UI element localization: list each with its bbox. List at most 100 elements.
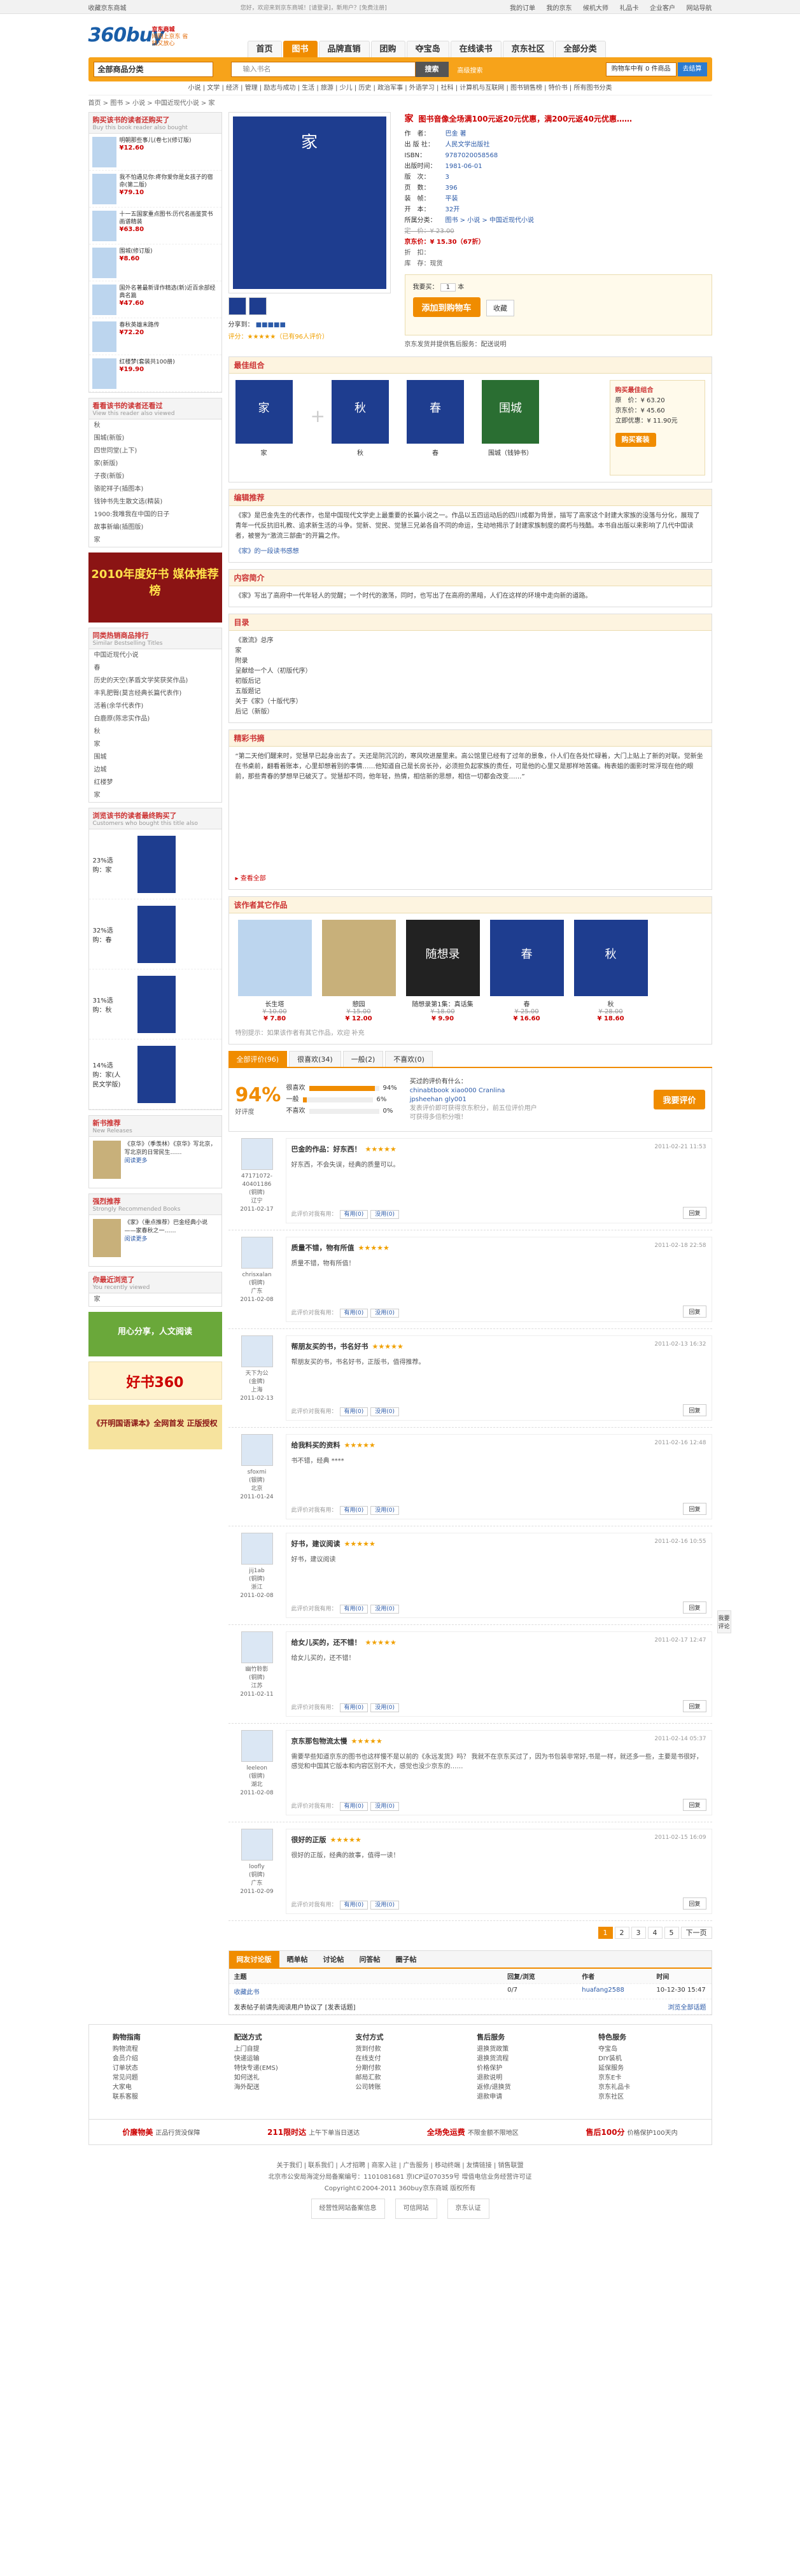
floating-review-tab[interactable]: 我要评论 [717,1610,731,1633]
nav-group[interactable]: 团购 [370,41,405,57]
list-item[interactable]: 32%选购：春 [88,899,221,969]
site-logo[interactable]: 360buy 京东商城 网购上京东 省钱又放心 [88,24,188,55]
ad-good-book[interactable]: 好书360 [88,1362,222,1400]
list-item[interactable]: 23%选购：家 [88,829,221,899]
list-item[interactable]: 31%选购：秋 [88,969,221,1039]
book-cover[interactable] [137,975,176,1033]
useful-yes-button[interactable]: 有用(0) [339,1605,368,1614]
related-name[interactable]: 长生塔 [238,999,312,1008]
forum-tab[interactable]: 晒单帖 [279,1951,316,1967]
avatar[interactable] [241,1335,273,1367]
forum-row[interactable]: 收藏此书 0/7 huafang2588 10-12-30 15:47 [228,1984,712,1999]
list-item[interactable]: 边城 [89,764,221,777]
useful-no-button[interactable]: 没用(0) [370,1407,400,1416]
service-link[interactable]: 退款申请 [477,2092,566,2102]
combo-item[interactable]: 围城 围城（钱钟书） [481,380,539,475]
related-name[interactable]: 秋 [574,999,648,1008]
useful-yes-button[interactable]: 有用(0) [339,1506,368,1515]
category-select[interactable]: 全部商品分类 [93,62,213,77]
book-cover[interactable] [137,1045,176,1103]
nav-read[interactable]: 在线读书 [450,41,502,57]
badge-3[interactable]: 京东认证 [447,2199,489,2219]
related-cover[interactable]: 春 [489,920,564,996]
list-item[interactable]: 围城(新版) [89,432,221,445]
page-link[interactable]: 2 [614,1927,629,1939]
forum-tab[interactable]: 问答帖 [352,1951,388,1967]
editor-pick-links[interactable]: 《家》的一段读书感想 [229,547,712,562]
related-book[interactable]: 春春 ¥ 25.00 ¥ 16.60 [489,920,564,1022]
review-tab[interactable]: 不喜欢(0) [385,1051,433,1067]
list-item[interactable]: 骆驼祥子(插图本) [89,483,221,496]
forum-more[interactable]: 浏览全部话题 [668,2002,706,2011]
useful-no-button[interactable]: 没用(0) [370,1210,400,1219]
book-name[interactable]: 春秋英雄末路传 [120,321,160,329]
useful-no-button[interactable]: 没用(0) [370,1802,400,1811]
combo-name[interactable]: 围城（钱钟书） [482,447,539,457]
reply-button[interactable]: 回复 [683,1601,706,1614]
favorite-button[interactable]: 收藏 [486,300,515,316]
combo-name[interactable]: 家 [235,447,293,457]
recent-item[interactable]: 家 [89,1293,221,1306]
list-item[interactable]: 子夜(新版) [89,470,221,483]
service-link[interactable]: 在线支付 [355,2054,444,2064]
review-tab[interactable]: 一般(2) [342,1051,384,1067]
new-book-more[interactable]: 阅读更多 [125,1158,148,1164]
useful-no-button[interactable]: 没用(0) [370,1506,400,1515]
combo-cover[interactable]: 秋 [331,380,389,444]
search-button[interactable]: 搜索 [415,62,449,77]
service-link[interactable]: 返修/退换货 [477,2083,566,2092]
reviewer-user[interactable]: sfoxmi [228,1468,286,1477]
reply-button[interactable]: 回复 [683,1503,706,1515]
service-link[interactable]: 特快专递(EMS) [234,2064,323,2073]
service-link[interactable]: 延保服务 [598,2064,687,2073]
related-book[interactable]: 长生塔 ¥ 10.00 ¥ 7.80 [237,920,312,1022]
review-tab[interactable]: 全部评价(96) [228,1051,288,1067]
service-link[interactable]: 货到付款 [355,2045,444,2054]
service-link[interactable]: 价格保护 [477,2064,566,2073]
enterprise-link[interactable]: 企业客户 [650,5,675,12]
qty-input[interactable]: 1 [440,283,456,292]
site-nav-link[interactable]: 网站导航 [686,5,712,12]
add-to-cart-button[interactable]: 添加到购物车 [412,297,481,317]
combo-name[interactable]: 秋 [332,447,389,457]
related-name[interactable]: 憩园 [322,999,396,1008]
write-review-button[interactable]: 我要评价 [654,1090,705,1109]
info-value[interactable]: 人民文学出版社 [446,141,490,148]
service-link[interactable]: 上门自提 [234,2045,323,2054]
reviewer-user[interactable]: 幽竹聆影 [228,1666,286,1674]
list-item[interactable]: 秋 [89,726,221,738]
reply-button[interactable]: 回复 [683,1799,706,1811]
thumb-1[interactable] [228,297,246,315]
combo-name[interactable]: 春 [407,447,464,457]
useful-yes-button[interactable]: 有用(0) [339,1703,368,1712]
list-item[interactable]: 14%选购：家(人民文学版) [88,1039,221,1109]
reply-button[interactable]: 回复 [683,1897,706,1910]
rating-summary[interactable]: 评分：★★★★★（已有96人评价） [228,331,391,341]
reply-button[interactable]: 回复 [683,1700,706,1712]
page-link[interactable]: 5 [664,1927,679,1939]
list-item[interactable]: 明朝那些事儿(卷七)(修订版) ¥12.60 [88,134,221,171]
footer-links[interactable]: 关于我们 | 联系我们 | 人才招聘 | 商家入驻 | 广告服务 | 移动终端 … [88,2160,712,2172]
page-link[interactable]: 下一页 [680,1927,712,1939]
list-item[interactable]: 十一五国家重点图书:历代名画鉴赏书画谱精装 ¥63.80 [88,208,221,244]
book-name[interactable]: 围城(修订版) [120,248,153,255]
list-item[interactable]: 历史的天空(茅盾文学奖获奖作品) [89,675,221,687]
book-thumb[interactable] [92,211,116,241]
link-3[interactable]: 候机大师 [583,5,608,12]
my-jd-link[interactable]: 我的京东 [546,5,572,12]
useful-no-button[interactable]: 没用(0) [370,1901,400,1910]
breadcrumb[interactable]: 首页 > 图书 > 小说 > 中国近现代小说 > 家 [88,95,712,112]
ad-banner-2010[interactable]: 2010年度好书 媒体推荐榜 [88,553,222,623]
list-item[interactable]: 钱钟书先生散文选(精装) [89,496,221,509]
list-item[interactable]: 家(新版) [89,458,221,470]
sub-nav[interactable]: 小说 | 文学 | 经济 | 管理 | 励志与成功 | 生活 | 旅游 | 少儿… [88,81,712,95]
list-item[interactable]: 四世同堂(上下) [89,445,221,458]
info-value[interactable]: 巴金 著 [446,130,467,137]
new-book-cover[interactable] [92,1141,121,1179]
list-item[interactable]: 春秋英雄末路传 ¥72.20 [88,318,221,355]
service-link[interactable]: 联系客服 [113,2092,202,2102]
reviewer-user[interactable]: 天下为公 [228,1370,286,1378]
related-cover[interactable] [237,920,312,996]
nav-community[interactable]: 京东社区 [502,41,554,57]
info-value[interactable]: 图书 > 小说 > 中国近现代小说 [446,217,534,224]
